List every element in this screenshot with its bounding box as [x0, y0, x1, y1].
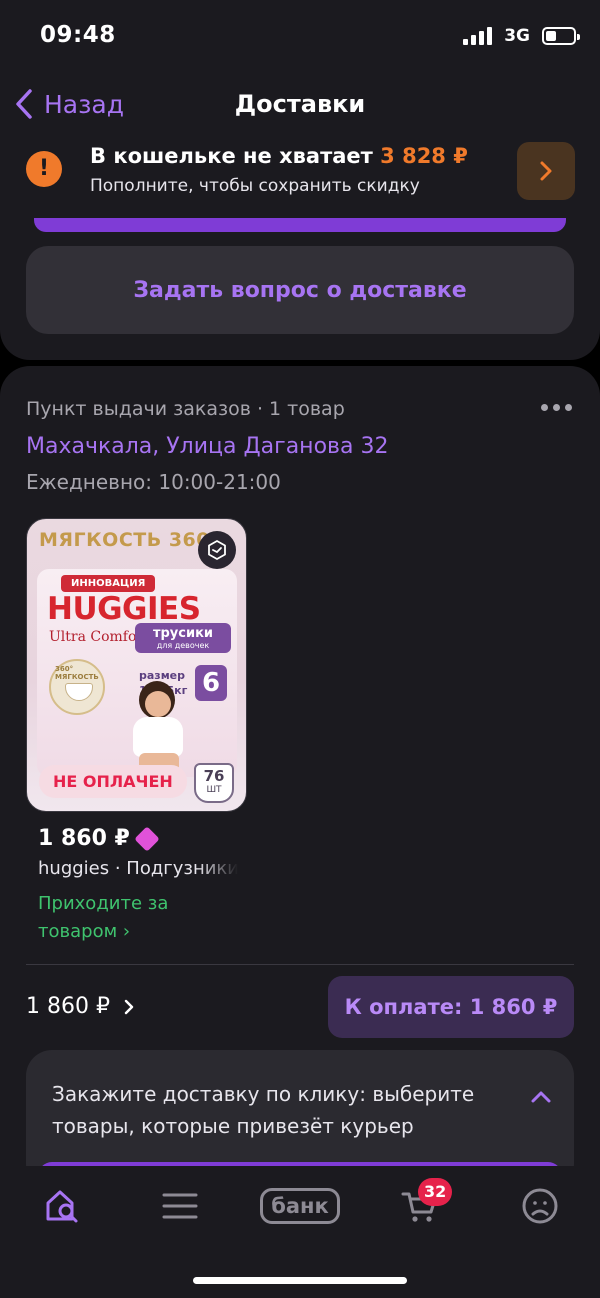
product-image[interactable]: МЯГКОСТЬ 360° ИННОВАЦИЯ HUGGIES Ultra Co… — [26, 518, 247, 812]
tab-catalog[interactable] — [156, 1180, 204, 1232]
divider — [26, 964, 574, 965]
status-time: 09:48 — [40, 22, 116, 48]
battery-icon — [542, 27, 580, 45]
exclamation-icon: ! — [26, 151, 62, 187]
package-artwork: ИННОВАЦИЯ HUGGIES Ultra Comfort трусики … — [37, 569, 237, 777]
courier-text: Закажите доставку по клику: выберите тов… — [52, 1082, 475, 1138]
tab-bank[interactable]: банк — [258, 1180, 342, 1232]
tab-profile[interactable] — [516, 1180, 564, 1232]
page-title: Доставки — [234, 90, 366, 118]
cart-count-badge: 32 — [418, 1178, 453, 1206]
signal-icon — [463, 27, 493, 45]
tab-home[interactable] — [38, 1180, 86, 1232]
scrolled-button-edge — [34, 218, 566, 232]
chevron-up-icon[interactable] — [530, 1090, 552, 1104]
ask-delivery-question-button[interactable]: Задать вопрос о доставке — [26, 246, 574, 334]
not-paid-badge: НЕ ОПЛАЧЕН — [39, 765, 187, 798]
chevron-right-icon — [124, 999, 134, 1014]
wallet-subtitle: Пополните, чтобы сохранить скидку — [90, 176, 420, 196]
bank-label: банк — [260, 1188, 340, 1224]
network-type: 3G — [504, 26, 530, 46]
order-card: Пункт выдачи заказов · 1 товар Махачкала… — [0, 366, 600, 1186]
header-panel: Назад Доставки ! В кошельке не хватает 3… — [0, 72, 600, 360]
package-line: Ultra Comfort — [49, 629, 149, 645]
wallet-warning-banner[interactable]: ! В кошельке не хватает 3 828 ₽ Пополнит… — [0, 142, 600, 204]
chevron-right-icon — [540, 161, 552, 181]
profile-icon — [522, 1188, 558, 1224]
pickup-hours: Ежедневно: 10:00-21:00 — [26, 470, 281, 494]
pay-button[interactable]: К оплате: 1 860 ₽ — [328, 976, 574, 1038]
product-name[interactable]: huggies · Подгузники — [38, 858, 238, 879]
package-innovation-label: ИННОВАЦИЯ — [61, 575, 156, 592]
status-indicators: 3G — [463, 26, 580, 46]
pants-illustration: 360° МЯГКОСТЬ — [49, 659, 105, 715]
home-search-icon — [46, 1190, 78, 1223]
wallet-message: В кошельке не хватает 3 828 ₽ — [90, 144, 468, 168]
pickup-type: Пункт выдачи заказов · 1 товар — [26, 398, 345, 420]
home-indicator[interactable] — [193, 1277, 407, 1284]
gem-icon — [134, 825, 160, 852]
wallet-amount: 3 828 ₽ — [380, 144, 468, 168]
status-bar: 09:48 3G — [0, 0, 600, 72]
more-options-icon[interactable] — [541, 404, 572, 411]
package-type-tag: трусики для девочек — [135, 623, 231, 653]
package-headline: МЯГКОСТЬ 360° — [39, 529, 220, 551]
package-brand: HUGGIES — [47, 591, 201, 627]
product-price: 1 860 ₽ — [38, 825, 160, 852]
wallet-topup-button[interactable] — [517, 142, 575, 200]
pickup-status-link[interactable]: Приходите за товаром › — [38, 890, 208, 946]
package-count: 76 ШТ — [194, 763, 234, 803]
menu-icon — [162, 1193, 198, 1219]
pickup-address[interactable]: Махачкала, Улица Даганова 32 — [26, 434, 388, 459]
order-total[interactable]: 1 860 ₽ — [26, 994, 134, 1019]
share-icon[interactable] — [198, 531, 236, 569]
child-illustration — [121, 681, 197, 777]
